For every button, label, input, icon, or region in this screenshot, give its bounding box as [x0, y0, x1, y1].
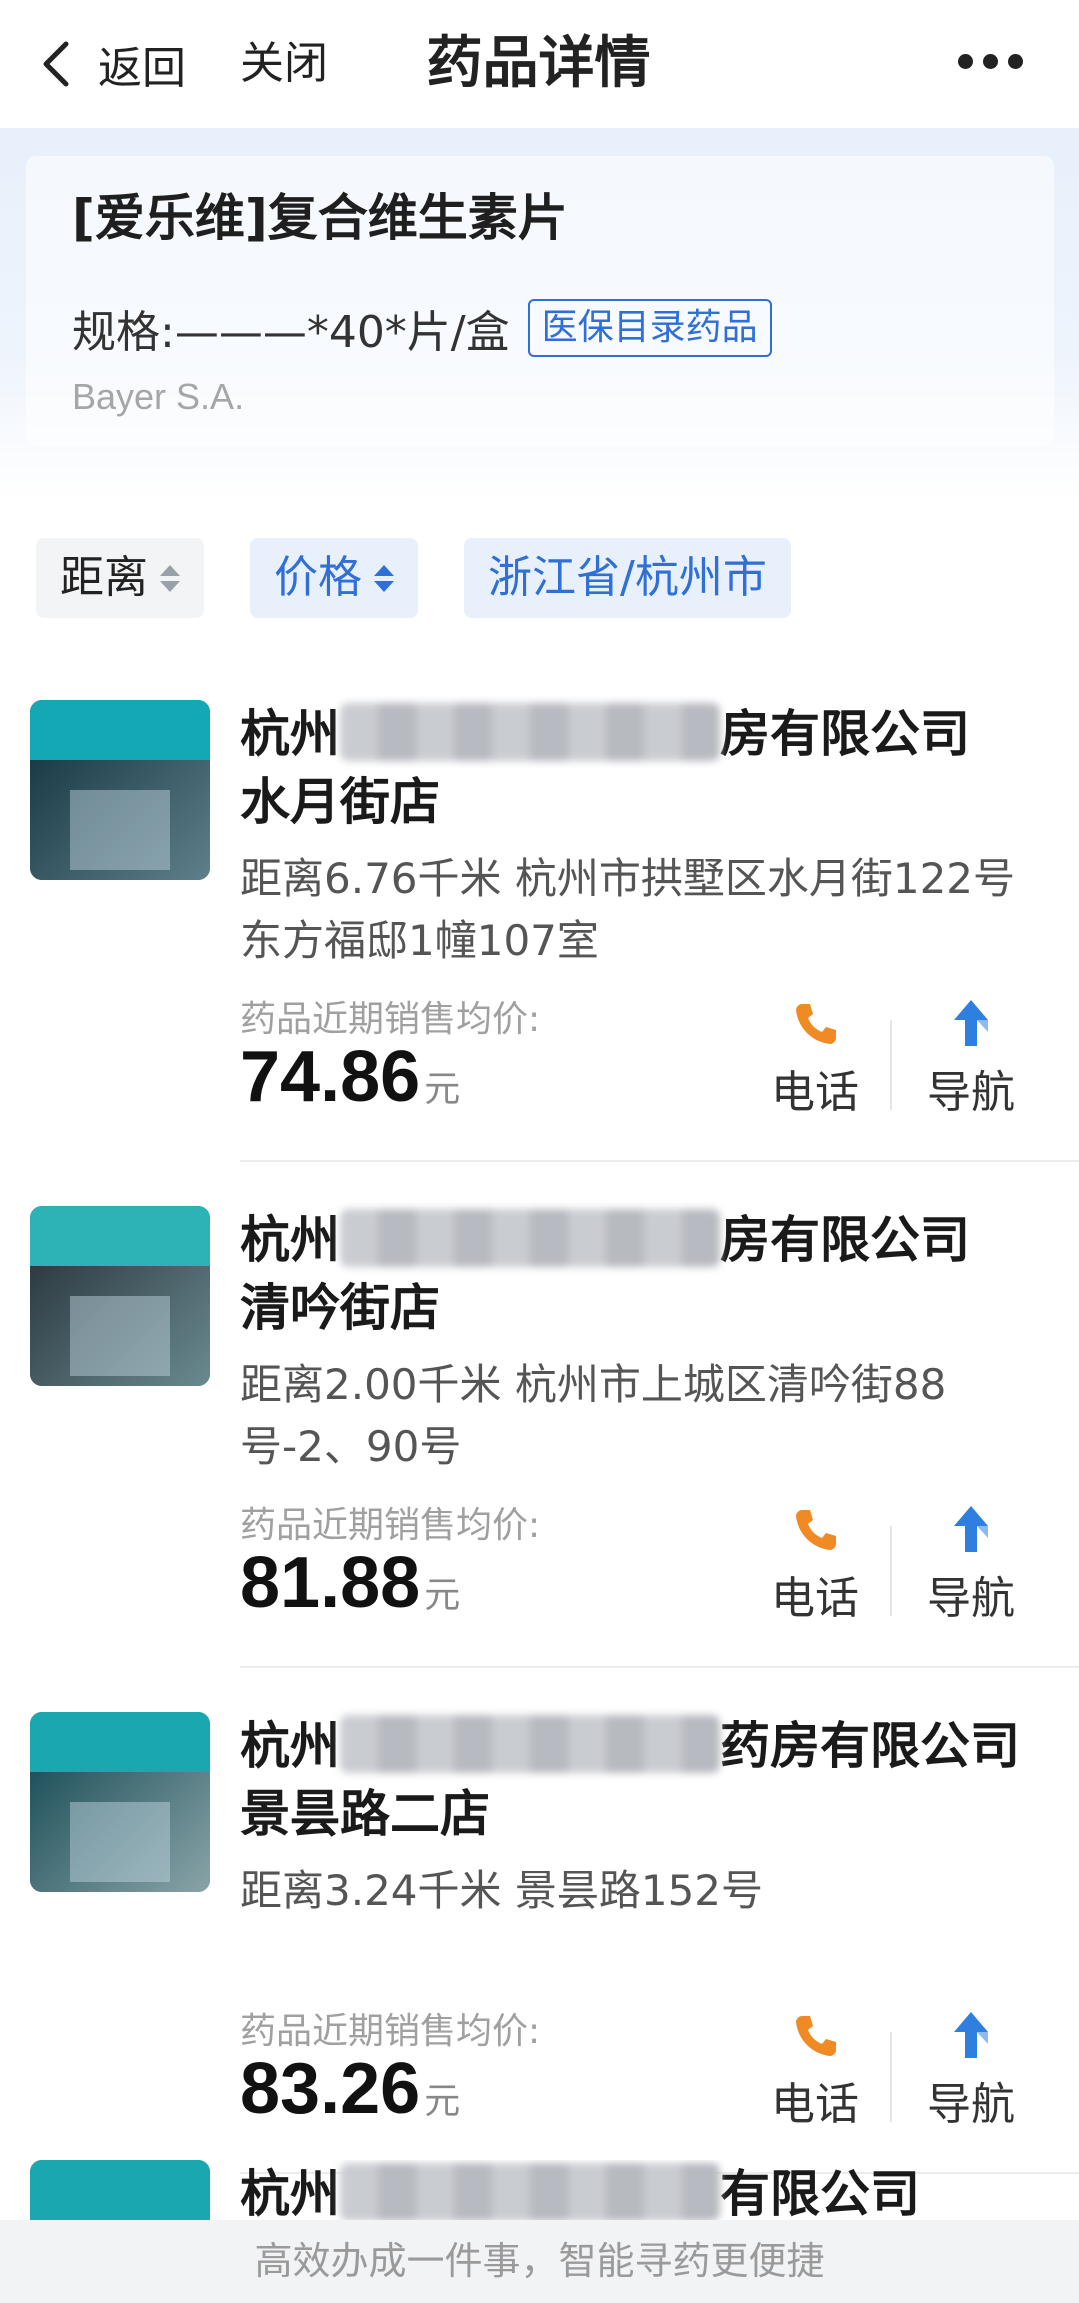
call-label: 电话 — [771, 1573, 859, 1624]
price-label: 药品近期销售均价: — [240, 999, 541, 1040]
store-actions: 电话 导航 — [760, 1504, 1050, 1624]
sort-price-label: 价格 — [274, 552, 362, 603]
redacted-text — [340, 703, 720, 761]
manufacturer: Bayer S.A. — [72, 376, 245, 417]
average-price: 74.86 元 — [240, 1037, 461, 1117]
navigation-arrow-icon — [954, 2012, 988, 2058]
filter-bar: 距离 价格 浙江省/杭州市 — [36, 538, 791, 618]
list-item[interactable]: 杭州 房有限公司 清吟街店 距离2.00千米 杭州市上城区清吟街88号-2、90号… — [0, 1206, 1079, 1714]
store-photo — [30, 700, 210, 880]
list-item[interactable]: 杭州 房有限公司 水月街店 距离6.76千米 杭州市拱墅区水月街122号东方福邸1… — [0, 700, 1079, 1208]
call-label: 电话 — [771, 2079, 859, 2130]
navigate-label: 导航 — [927, 1573, 1015, 1624]
navigate-label: 导航 — [927, 2079, 1015, 2130]
footer-slogan: 高效办成一件事，智能寻药更便捷 — [0, 2220, 1079, 2303]
top-nav-bar: 返回 关闭 药品详情 — [0, 0, 1079, 128]
average-price: 81.88 元 — [240, 1543, 461, 1623]
store-photo — [30, 1206, 210, 1386]
row-divider — [240, 1160, 1079, 1162]
list-item[interactable]: 杭州 有限公司 — [0, 2160, 1079, 2220]
average-price: 83.26 元 — [240, 2049, 461, 2129]
navigate-button[interactable]: 导航 — [916, 2010, 1026, 2132]
store-actions: 电话 导航 — [760, 998, 1050, 1118]
call-button[interactable]: 电话 — [760, 998, 870, 1120]
redacted-text — [340, 1715, 720, 1773]
navigate-button[interactable]: 导航 — [916, 998, 1026, 1120]
navigate-button[interactable]: 导航 — [916, 1504, 1026, 1626]
drug-spec: 规格:———*40*片/盒 — [72, 307, 510, 358]
sort-arrows-icon — [374, 564, 394, 592]
store-address: 距离2.00千米 杭州市上城区清吟街88号-2、90号 — [240, 1360, 947, 1471]
sort-price-button[interactable]: 价格 — [250, 538, 418, 618]
store-actions: 电话 导航 — [760, 2010, 1050, 2130]
call-button[interactable]: 电话 — [760, 1504, 870, 1626]
page-title: 药品详情 — [426, 31, 651, 96]
navigate-label: 导航 — [927, 1067, 1015, 1118]
store-name: 杭州 有限公司 — [240, 2163, 920, 2220]
sort-arrows-icon — [160, 564, 180, 592]
more-options-icon[interactable] — [958, 54, 1023, 69]
store-name: 杭州 房有限公司 清吟街店 — [240, 1209, 970, 1337]
divider — [890, 2032, 892, 2122]
drug-name: [爱乐维]复合维生素片 — [72, 189, 568, 247]
store-photo — [30, 2160, 210, 2220]
price-label: 药品近期销售均价: — [240, 1505, 541, 1546]
phone-icon — [796, 2016, 836, 2056]
divider — [890, 1020, 892, 1110]
store-address: 距离3.24千米 景昙路152号 — [240, 1866, 764, 1915]
store-photo — [30, 1712, 210, 1892]
navigation-arrow-icon — [954, 1000, 988, 1046]
redacted-text — [340, 1209, 720, 1267]
call-label: 电话 — [771, 1067, 859, 1118]
store-name: 杭州 药房有限公司 景昙路二店 — [240, 1715, 1020, 1843]
sort-distance-button[interactable]: 距离 — [36, 538, 204, 618]
redacted-text — [340, 2163, 720, 2220]
phone-icon — [796, 1004, 836, 1044]
row-divider — [240, 1666, 1079, 1668]
phone-icon — [796, 1510, 836, 1550]
list-item[interactable]: 杭州 药房有限公司 景昙路二店 距离3.24千米 景昙路152号 药品近期销售均价… — [0, 1712, 1079, 2220]
store-address: 距离6.76千米 杭州市拱墅区水月街122号东方福邸1幢107室 — [240, 854, 1016, 965]
drug-spec-row: 规格:———*40*片/盒 医保目录药品 — [72, 296, 772, 360]
store-name: 杭州 房有限公司 水月街店 — [240, 703, 970, 831]
price-label: 药品近期销售均价: — [240, 2011, 541, 2052]
navigation-arrow-icon — [954, 1506, 988, 1552]
sort-distance-label: 距离 — [60, 552, 148, 603]
region-selector[interactable]: 浙江省/杭州市 — [464, 538, 791, 618]
call-button[interactable]: 电话 — [760, 2010, 870, 2132]
insurance-badge: 医保目录药品 — [527, 299, 772, 357]
divider — [890, 1526, 892, 1616]
